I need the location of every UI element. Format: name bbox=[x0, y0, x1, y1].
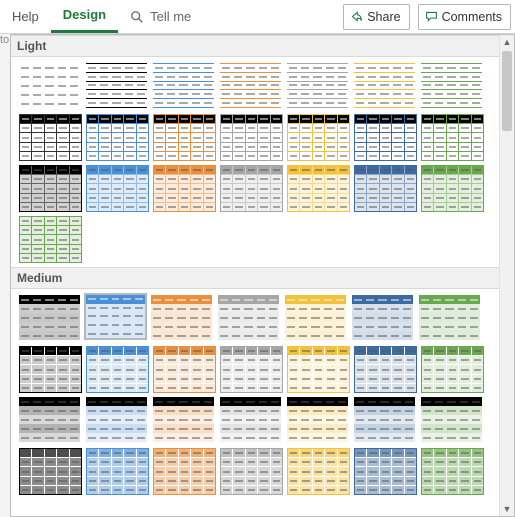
table-style-option[interactable] bbox=[284, 294, 347, 341]
table-style-option[interactable] bbox=[286, 62, 349, 109]
table-style-option[interactable] bbox=[85, 164, 148, 211]
table-style-option[interactable] bbox=[353, 62, 416, 109]
table-style-option[interactable] bbox=[18, 62, 81, 109]
ribbon: Help Design Tell me Share Comments bbox=[0, 0, 515, 34]
table-style-option[interactable] bbox=[353, 113, 416, 160]
table-style-option[interactable] bbox=[351, 294, 414, 341]
table-style-option[interactable] bbox=[85, 447, 148, 494]
gallery-scrollbar[interactable]: ▲ ▼ bbox=[499, 35, 514, 516]
table-style-option[interactable] bbox=[84, 293, 147, 340]
table-style-option[interactable] bbox=[18, 447, 81, 494]
table-style-option[interactable] bbox=[219, 345, 282, 392]
table-style-option[interactable] bbox=[152, 396, 215, 443]
table-style-option[interactable] bbox=[18, 345, 81, 392]
section-header-light: Light bbox=[11, 35, 514, 57]
table-style-option[interactable] bbox=[18, 294, 81, 341]
table-style-option[interactable] bbox=[18, 396, 81, 443]
comments-icon bbox=[425, 10, 438, 23]
table-style-option[interactable] bbox=[152, 447, 215, 494]
table-style-option[interactable] bbox=[420, 62, 483, 109]
table-style-option[interactable] bbox=[152, 62, 215, 109]
table-style-option[interactable] bbox=[353, 345, 416, 392]
share-label: Share bbox=[367, 5, 400, 29]
table-style-option[interactable] bbox=[418, 294, 481, 341]
table-style-option[interactable] bbox=[85, 345, 148, 392]
table-style-option[interactable] bbox=[353, 164, 416, 211]
gallery-light bbox=[11, 57, 506, 267]
share-button[interactable]: Share bbox=[343, 4, 409, 30]
table-style-option[interactable] bbox=[18, 164, 81, 211]
table-style-option[interactable] bbox=[152, 113, 215, 160]
scroll-down-arrow[interactable]: ▼ bbox=[500, 502, 514, 516]
table-style-option[interactable] bbox=[219, 164, 282, 211]
table-style-option[interactable] bbox=[353, 396, 416, 443]
scroll-up-arrow[interactable]: ▲ bbox=[500, 35, 514, 49]
table-style-option[interactable] bbox=[18, 113, 81, 160]
comments-button[interactable]: Comments bbox=[418, 4, 511, 30]
table-style-option[interactable] bbox=[420, 113, 483, 160]
table-style-option[interactable] bbox=[420, 164, 483, 211]
table-style-option[interactable] bbox=[353, 447, 416, 494]
table-style-option[interactable] bbox=[286, 113, 349, 160]
table-style-option[interactable] bbox=[219, 62, 282, 109]
table-style-option[interactable] bbox=[85, 396, 148, 443]
table-style-option[interactable] bbox=[18, 215, 81, 262]
tell-me-label: Tell me bbox=[150, 9, 191, 24]
table-style-option[interactable] bbox=[85, 113, 148, 160]
table-style-option[interactable] bbox=[420, 396, 483, 443]
table-style-option[interactable] bbox=[286, 164, 349, 211]
gallery-medium bbox=[11, 289, 506, 499]
scroll-thumb[interactable] bbox=[502, 51, 512, 131]
table-style-option[interactable] bbox=[420, 447, 483, 494]
comments-label: Comments bbox=[442, 5, 502, 29]
table-style-option[interactable] bbox=[286, 345, 349, 392]
table-style-option[interactable] bbox=[219, 447, 282, 494]
table-style-option[interactable] bbox=[85, 62, 148, 109]
table-style-option[interactable] bbox=[286, 447, 349, 494]
table-style-option[interactable] bbox=[420, 345, 483, 392]
table-style-option[interactable] bbox=[286, 396, 349, 443]
table-style-option[interactable] bbox=[150, 294, 213, 341]
table-style-option[interactable] bbox=[152, 164, 215, 211]
table-style-option[interactable] bbox=[219, 396, 282, 443]
table-style-option[interactable] bbox=[217, 294, 280, 341]
share-icon bbox=[350, 10, 363, 23]
search-icon bbox=[130, 10, 144, 24]
tab-design[interactable]: Design bbox=[51, 0, 118, 33]
table-style-option[interactable] bbox=[152, 345, 215, 392]
table-styles-gallery: Light Medium ▲ ▼ bbox=[10, 34, 515, 517]
table-style-option[interactable] bbox=[219, 113, 282, 160]
tab-help[interactable]: Help bbox=[0, 0, 51, 33]
section-header-medium: Medium bbox=[11, 267, 514, 289]
background-sheet: to bbox=[0, 34, 10, 517]
tell-me-search[interactable]: Tell me bbox=[130, 9, 191, 24]
